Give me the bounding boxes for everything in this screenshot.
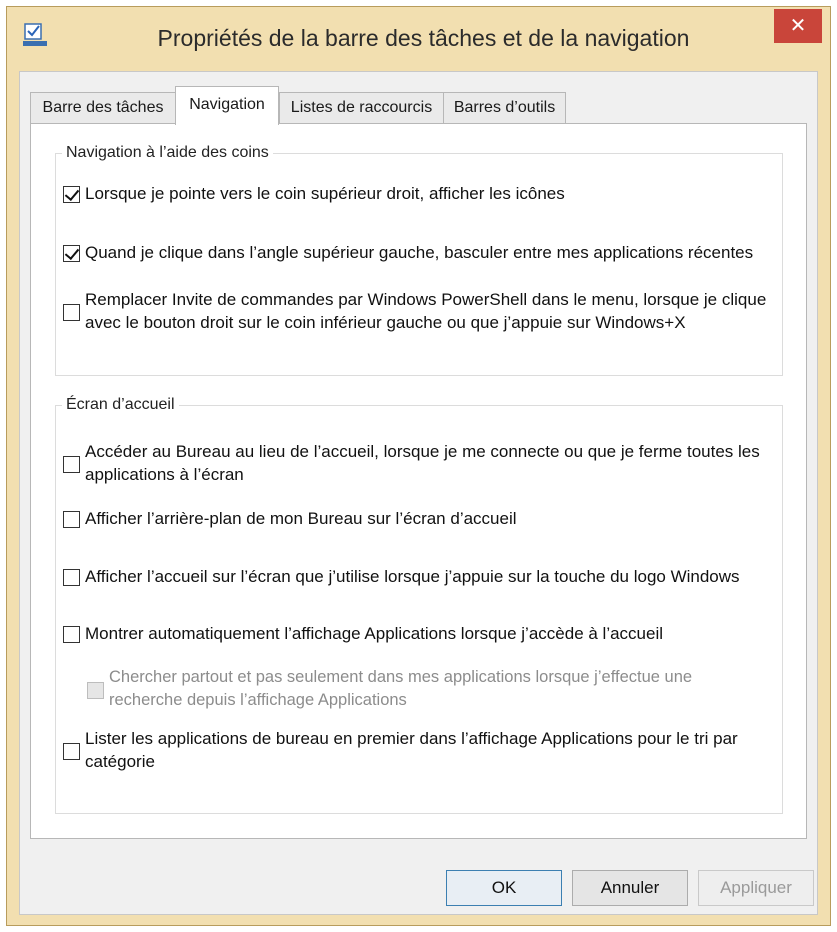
dialog-client-area: Barre des tâches Navigation Listes de ra… [19, 71, 818, 915]
option-replace-cmd-powershell[interactable]: Remplacer Invite de commandes par Window… [63, 288, 766, 334]
ok-button[interactable]: OK [446, 870, 562, 906]
option-show-apps-view-automatically[interactable]: Montrer automatiquement l’affichage Appl… [63, 622, 663, 645]
checkbox-switch-recent-apps[interactable] [63, 245, 80, 262]
close-button[interactable]: ✕ [774, 9, 822, 43]
corner-navigation-legend: Navigation à l’aide des coins [66, 144, 269, 161]
checkbox-show-charms[interactable] [63, 186, 80, 203]
checkbox-desktop-background[interactable] [63, 511, 80, 528]
option-label-line-1: Chercher partout et pas seulement dans m… [109, 668, 693, 686]
dialog-window: Propriétés de la barre des tâches et de … [6, 6, 831, 926]
navigation-tab-panel: Navigation à l’aide des coins Lorsque je… [30, 123, 807, 839]
window-title: Propriétés de la barre des tâches et de … [157, 25, 690, 51]
option-label-line-1: Lister les applications de bureau en pre… [85, 729, 738, 748]
checkbox-show-apps-view[interactable] [63, 626, 80, 643]
option-label-line-2: avec le bouton droit sur le coin inférie… [85, 313, 686, 332]
title-bar[interactable]: Propriétés de la barre des tâches et de … [7, 7, 830, 67]
checkbox-start-current-display[interactable] [63, 569, 80, 586]
option-label: Lorsque je pointe vers le coin supérieur… [85, 184, 565, 203]
option-switch-recent-apps[interactable]: Quand je clique dans l’angle supérieur g… [63, 241, 753, 264]
option-label-block: Accéder au Bureau au lieu de l’accueil, … [85, 440, 760, 486]
start-screen-legend: Écran d’accueil [66, 396, 175, 413]
option-label-block: Chercher partout et pas seulement dans m… [109, 666, 692, 712]
tab-toolbars[interactable]: Barres d’outils [443, 92, 566, 124]
option-list-desktop-apps-first[interactable]: Lister les applications de bureau en pre… [63, 727, 738, 773]
option-label: Montrer automatiquement l’affichage Appl… [85, 624, 664, 643]
tab-taskbar[interactable]: Barre des tâches [30, 92, 176, 124]
apply-button[interactable]: Appliquer [698, 870, 814, 906]
option-label: Afficher l’arrière-plan de mon Bureau su… [85, 509, 517, 528]
checkbox-search-everywhere[interactable] [87, 682, 104, 699]
option-label-block: Lister les applications de bureau en pre… [85, 727, 738, 773]
option-show-charms-top-right[interactable]: Lorsque je pointe vers le coin supérieur… [63, 182, 565, 205]
option-label-line-2: applications à l’écran [85, 465, 244, 484]
checkbox-replace-powershell[interactable] [63, 304, 80, 321]
option-search-everywhere[interactable]: Chercher partout et pas seulement dans m… [87, 666, 692, 712]
option-label-line-1: Accéder au Bureau au lieu de l’accueil, … [85, 442, 760, 461]
option-label-line-1: Remplacer Invite de commandes par Window… [85, 290, 767, 309]
option-label-block: Remplacer Invite de commandes par Window… [85, 288, 766, 334]
tab-jump-lists[interactable]: Listes de raccourcis [279, 92, 444, 124]
checkbox-go-to-desktop[interactable] [63, 456, 80, 473]
option-label: Afficher l’accueil sur l’écran que j’uti… [85, 567, 740, 586]
option-go-to-desktop[interactable]: Accéder au Bureau au lieu de l’accueil, … [63, 440, 760, 486]
option-label: Quand je clique dans l’angle supérieur g… [85, 243, 754, 262]
tab-navigation[interactable]: Navigation [175, 86, 279, 125]
option-label-line-2: catégorie [85, 752, 155, 771]
option-label-line-2: recherche depuis l’affichage Application… [109, 691, 407, 709]
option-desktop-background-on-start[interactable]: Afficher l’arrière-plan de mon Bureau su… [63, 507, 517, 530]
cancel-button[interactable]: Annuler [572, 870, 688, 906]
option-start-on-current-display[interactable]: Afficher l’accueil sur l’écran que j’uti… [63, 565, 740, 588]
checkbox-list-desktop-apps-first[interactable] [63, 743, 80, 760]
